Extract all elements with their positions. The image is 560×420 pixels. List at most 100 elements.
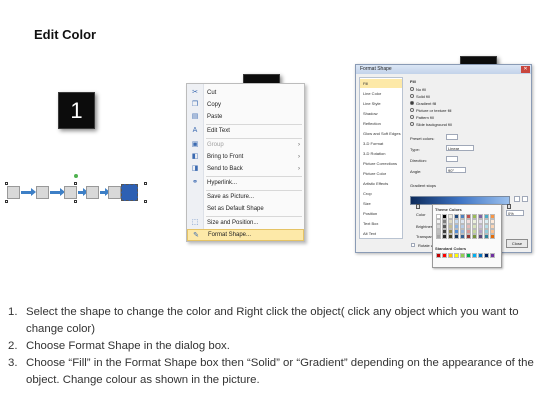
- position-input[interactable]: 0%: [506, 210, 524, 216]
- selection-handle[interactable]: [5, 200, 8, 203]
- menu-item-label: Cut: [207, 90, 217, 96]
- color-swatch[interactable]: [490, 253, 495, 258]
- color-swatch[interactable]: [448, 234, 453, 239]
- color-swatch[interactable]: [484, 234, 489, 239]
- shape-chain: [4, 172, 154, 212]
- context-menu: ✂ Cut ❐ Copy ▤ Paste A Edit Text ▣ Group › ◧ Bring t…: [186, 83, 305, 242]
- shape-box[interactable]: [64, 186, 77, 199]
- menu-item-label: Bring to Front: [207, 154, 244, 160]
- color-swatch[interactable]: [442, 234, 447, 239]
- instruction-step: 1. Select the shape to change the color a…: [8, 304, 556, 338]
- menu-item[interactable]: ⚭ Hyperlink...: [187, 177, 304, 189]
- dialog-category-item[interactable]: Alt Text: [360, 229, 402, 238]
- menu-item[interactable]: ⬚ Size and Position...: [187, 217, 304, 229]
- rotate-checkbox[interactable]: [411, 243, 415, 247]
- dialog-category-item[interactable]: Shadow: [360, 109, 402, 118]
- type-select[interactable]: Linear: [446, 145, 474, 151]
- dialog-category-item[interactable]: Text Box: [360, 219, 402, 228]
- hyperlink-icon: ⚭: [192, 179, 198, 186]
- dialog-category-item[interactable]: Picture Corrections: [360, 159, 402, 168]
- menu-item[interactable]: Set as Default Shape: [187, 203, 304, 215]
- color-swatch[interactable]: [436, 234, 441, 239]
- color-label: Color: [416, 212, 426, 217]
- menu-item[interactable]: ◧ Bring to Front ›: [187, 151, 304, 163]
- close-button[interactable]: Close: [506, 239, 528, 248]
- color-swatch[interactable]: [448, 253, 453, 258]
- color-swatch[interactable]: [484, 253, 489, 258]
- gradient-stop[interactable]: [416, 204, 420, 209]
- paste-icon: ▤: [191, 113, 199, 120]
- dialog-category-item[interactable]: Artistic Effects: [360, 179, 402, 188]
- instructions-list: 1. Select the shape to change the color a…: [8, 304, 556, 389]
- menu-item-label: Send to Back: [207, 166, 243, 172]
- color-swatch[interactable]: [454, 253, 459, 258]
- dialog-category-item[interactable]: 3-D Format: [360, 139, 402, 148]
- dialog-title: Format Shape: [356, 65, 531, 74]
- shape-box[interactable]: [108, 186, 121, 199]
- menu-item-label: Group: [207, 142, 224, 148]
- shape-box[interactable]: [36, 186, 49, 199]
- selection-handle[interactable]: [5, 182, 8, 185]
- color-swatch[interactable]: [460, 234, 465, 239]
- dialog-category-item[interactable]: 3-D Rotation: [360, 149, 402, 158]
- menu-item[interactable]: ✂ Cut: [187, 87, 304, 99]
- standard-color-grid: [436, 253, 496, 258]
- menu-item[interactable]: A Edit Text: [187, 125, 304, 137]
- color-swatch[interactable]: [454, 234, 459, 239]
- selection-handle[interactable]: [144, 200, 147, 203]
- color-swatch[interactable]: [442, 253, 447, 258]
- rotation-handle[interactable]: [74, 174, 78, 178]
- dialog-category-item[interactable]: Glow and Soft Edges: [360, 129, 402, 138]
- color-swatch[interactable]: [472, 234, 477, 239]
- dialog-category-item[interactable]: Line Style: [360, 99, 402, 108]
- color-swatch[interactable]: [436, 253, 441, 258]
- color-swatch[interactable]: [460, 253, 465, 258]
- selection-handle[interactable]: [144, 182, 147, 185]
- shape-box[interactable]: [7, 186, 20, 199]
- connector-arrow: [21, 188, 36, 196]
- instruction-step: 2. Choose Format Shape in the dialog box.: [8, 338, 556, 355]
- color-swatch[interactable]: [472, 253, 477, 258]
- color-swatch[interactable]: [478, 253, 483, 258]
- color-swatch[interactable]: [490, 234, 495, 239]
- group-icon: ▣: [191, 141, 199, 148]
- direction-button[interactable]: [446, 156, 458, 162]
- dialog-category-item[interactable]: Fill: [360, 79, 402, 88]
- color-swatch[interactable]: [466, 234, 471, 239]
- menu-item[interactable]: ▣ Group ›: [187, 139, 304, 151]
- preset-label: Preset colors:: [410, 136, 435, 141]
- close-icon[interactable]: ✕: [521, 66, 530, 73]
- theme-colors-title: Theme Colors: [435, 207, 462, 212]
- menu-item-label: Set as Default Shape: [207, 206, 264, 212]
- remove-stop-icon[interactable]: [522, 196, 528, 202]
- dialog-category-item[interactable]: Size: [360, 199, 402, 208]
- fill-option-label: Solid fill: [416, 94, 430, 99]
- fill-radio[interactable]: [410, 101, 414, 105]
- menu-item[interactable]: ▤ Paste: [187, 111, 304, 123]
- color-swatch[interactable]: [478, 234, 483, 239]
- angle-label: Angle:: [410, 169, 422, 174]
- menu-item[interactable]: ◨ Send to Back ›: [187, 163, 304, 175]
- menu-item[interactable]: Save as Picture...: [187, 191, 304, 203]
- color-swatch[interactable]: [466, 253, 471, 258]
- fill-radio[interactable]: [410, 122, 414, 126]
- dialog-category-item[interactable]: Crop: [360, 189, 402, 198]
- dialog-category-item[interactable]: Position: [360, 209, 402, 218]
- selected-shape[interactable]: [121, 184, 138, 201]
- angle-input[interactable]: 90°: [446, 167, 466, 173]
- gradient-stop[interactable]: [507, 204, 511, 209]
- selection-handle[interactable]: [74, 182, 77, 185]
- fill-radio[interactable]: [410, 115, 414, 119]
- dialog-category-item[interactable]: Picture Color: [360, 169, 402, 178]
- fill-radio[interactable]: [410, 108, 414, 112]
- fill-radio[interactable]: [410, 94, 414, 98]
- dialog-category-item[interactable]: Reflection: [360, 119, 402, 128]
- dialog-category-item[interactable]: Line Color: [360, 89, 402, 98]
- preset-colors-button[interactable]: [446, 134, 458, 140]
- selection-handle[interactable]: [74, 200, 77, 203]
- menu-item[interactable]: ✎ Format Shape...: [187, 229, 304, 241]
- shape-box[interactable]: [86, 186, 99, 199]
- fill-radio[interactable]: [410, 87, 414, 91]
- menu-item[interactable]: ❐ Copy: [187, 99, 304, 111]
- add-stop-icon[interactable]: [514, 196, 520, 202]
